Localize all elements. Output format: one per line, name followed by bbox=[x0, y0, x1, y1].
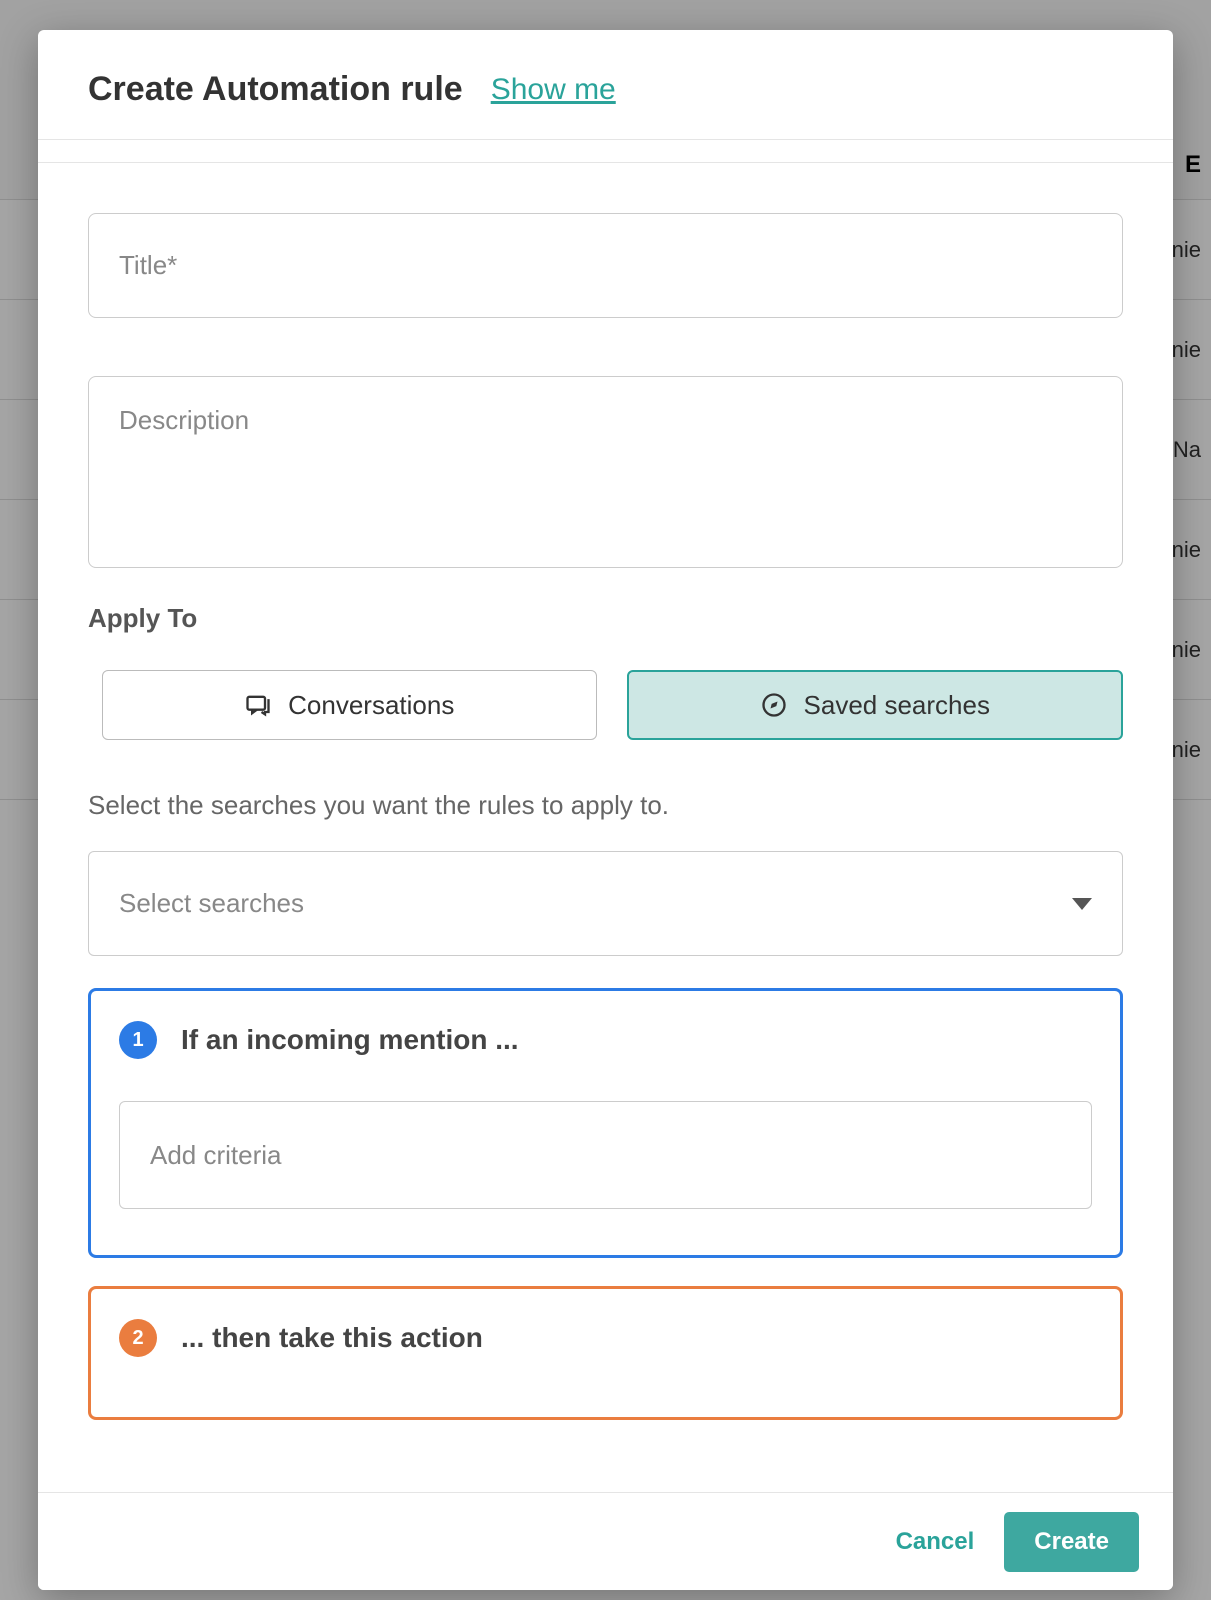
step-1-header: 1 If an incoming mention ... bbox=[119, 1021, 1092, 1059]
description-input[interactable] bbox=[88, 376, 1123, 568]
dialog-body: Apply To Conversations bbox=[38, 162, 1173, 1492]
conversations-icon bbox=[244, 691, 272, 719]
apply-to-helper-text: Select the searches you want the rules t… bbox=[88, 790, 1123, 821]
step-1-condition-box: 1 If an incoming mention ... Add criteri… bbox=[88, 988, 1123, 1258]
dialog-title: Create Automation rule bbox=[88, 70, 463, 109]
create-automation-dialog: Create Automation rule Show me Apply To … bbox=[38, 30, 1173, 1590]
title-input[interactable] bbox=[88, 213, 1123, 318]
step-1-badge: 1 bbox=[119, 1021, 157, 1059]
apply-to-saved-searches-button[interactable]: Saved searches bbox=[627, 670, 1124, 740]
select-searches-dropdown[interactable]: Select searches bbox=[88, 851, 1123, 956]
conversations-label: Conversations bbox=[288, 690, 454, 721]
step-2-action-box: 2 ... then take this action bbox=[88, 1286, 1123, 1420]
cancel-button[interactable]: Cancel bbox=[896, 1528, 975, 1556]
show-me-link[interactable]: Show me bbox=[491, 73, 616, 107]
step-2-header: 2 ... then take this action bbox=[119, 1319, 1092, 1357]
saved-searches-label: Saved searches bbox=[804, 690, 990, 721]
step-2-badge: 2 bbox=[119, 1319, 157, 1357]
apply-to-conversations-button[interactable]: Conversations bbox=[102, 670, 597, 740]
chevron-down-icon bbox=[1072, 898, 1092, 910]
step-2-title: ... then take this action bbox=[181, 1322, 483, 1354]
select-searches-placeholder: Select searches bbox=[119, 888, 304, 919]
compass-icon bbox=[760, 691, 788, 719]
apply-to-label: Apply To bbox=[88, 603, 1123, 634]
step-1-title: If an incoming mention ... bbox=[181, 1024, 519, 1056]
create-button[interactable]: Create bbox=[1004, 1512, 1139, 1572]
dialog-footer: Cancel Create bbox=[38, 1492, 1173, 1590]
dialog-header: Create Automation rule Show me bbox=[38, 30, 1173, 140]
apply-to-toggle-group: Conversations Saved searches bbox=[88, 670, 1123, 740]
add-criteria-dropdown[interactable]: Add criteria bbox=[119, 1101, 1092, 1209]
add-criteria-placeholder: Add criteria bbox=[150, 1140, 282, 1171]
